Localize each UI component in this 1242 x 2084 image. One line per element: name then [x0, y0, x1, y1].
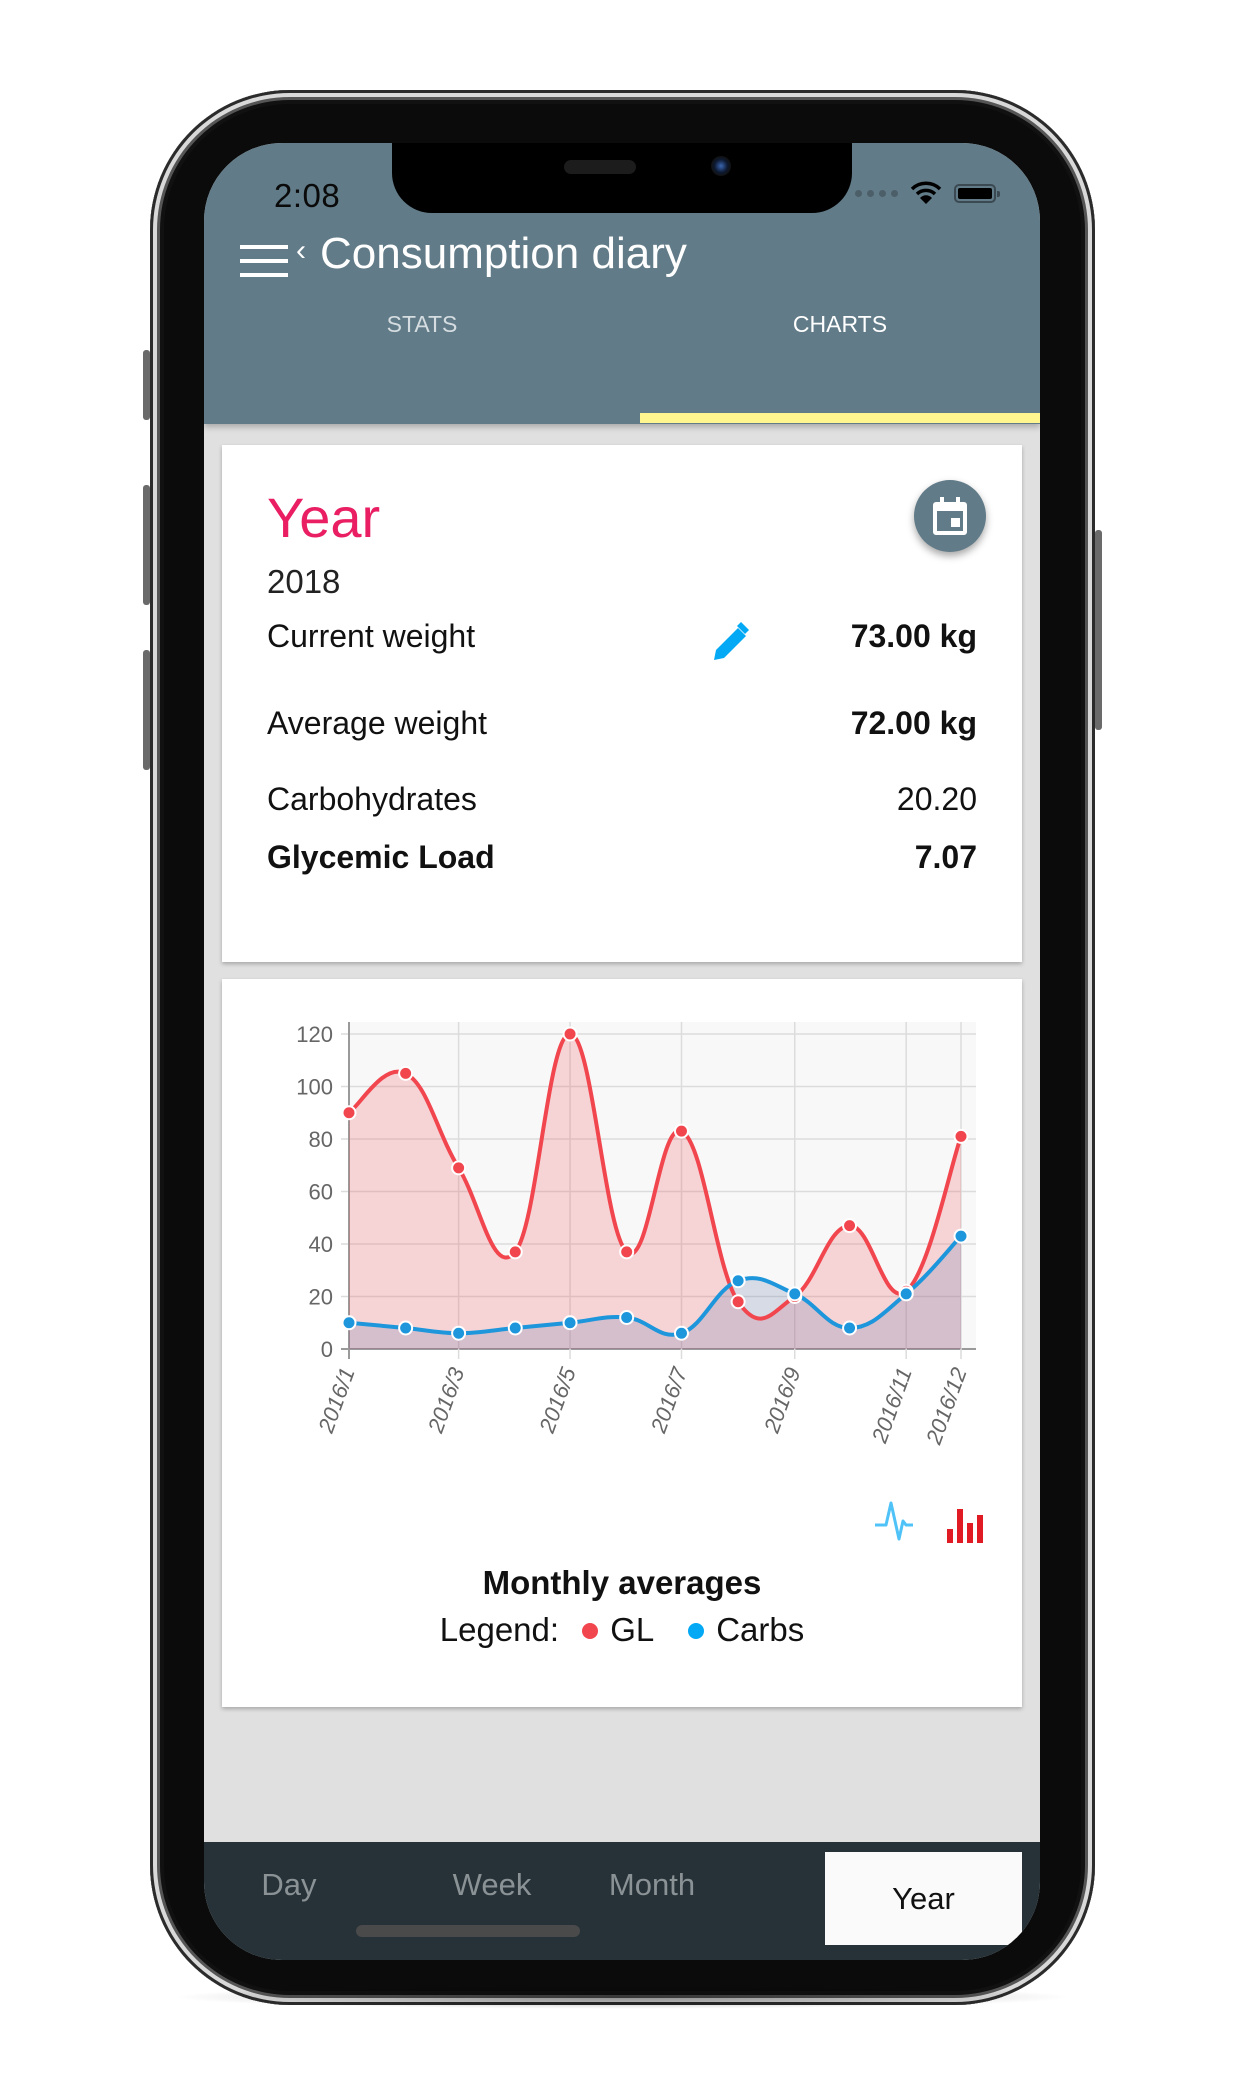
volume-down-button — [143, 650, 150, 770]
point-gl-5 — [562, 1026, 578, 1042]
period-year: 2018 — [267, 563, 341, 600]
back-button[interactable]: ‹ Consumption diary — [296, 229, 687, 279]
front-camera — [711, 156, 731, 176]
stat-row-carbohydrates: Carbohydrates 20.20 — [267, 781, 977, 831]
legend-dot-gl — [582, 1622, 599, 1639]
chevron-left-icon: ‹ — [296, 234, 306, 267]
battery-icon — [954, 183, 1000, 203]
point-carbs-6 — [619, 1310, 635, 1325]
power-button — [1095, 530, 1102, 730]
point-carbs-12 — [953, 1228, 969, 1244]
nav-month[interactable]: Month — [512, 1842, 792, 1932]
chart-card: 0 20 40 60 80 100 120 2016/1 2016/3 2016/5 2016/7… — [222, 979, 1022, 1707]
stat-row-current-weight: Current weight 73.00 kg — [267, 618, 977, 668]
stat-value: 73.00 kg — [850, 618, 977, 654]
phone-shadow — [170, 1985, 1075, 2009]
stat-row-glycemic-load: Glycemic Load 7.07 — [267, 839, 977, 889]
y-axis: 0 20 40 60 80 100 120 — [296, 1022, 333, 1362]
y-tick-label: 80 — [309, 1127, 333, 1152]
bottom-period-nav: Day Week Month Year — [204, 1842, 1040, 1960]
calendar-button[interactable] — [914, 480, 986, 552]
legend-prefix: Legend: — [439, 1611, 560, 1648]
point-gl-6 — [619, 1244, 635, 1260]
stat-row-average-weight: Average weight 72.00 kg — [267, 705, 977, 755]
y-tick-label: 20 — [309, 1285, 333, 1310]
hamburger-menu-icon[interactable] — [240, 245, 288, 279]
point-carbs-1 — [341, 1315, 357, 1331]
point-carbs-11 — [898, 1286, 914, 1302]
x-tick-label: 2016/5 — [534, 1363, 581, 1436]
point-carbs-9 — [787, 1286, 803, 1302]
legend-label-gl: GL — [610, 1611, 654, 1648]
point-gl-12 — [953, 1128, 969, 1144]
y-tick-label: 100 — [296, 1075, 333, 1100]
wifi-icon — [910, 181, 942, 204]
legend-dot-carbs — [688, 1622, 705, 1639]
stat-value: 72.00 kg — [850, 705, 977, 741]
x-tick-label: 2016/7 — [645, 1363, 692, 1436]
tab-stats[interactable]: STATS — [204, 311, 640, 338]
tab-charts[interactable]: CHARTS — [640, 311, 1040, 338]
stat-label: Average weight — [267, 705, 487, 741]
stat-value: 7.07 — [914, 839, 977, 875]
period-title: Year — [267, 486, 381, 549]
point-gl-4 — [507, 1244, 523, 1260]
y-tick-label: 40 — [309, 1232, 333, 1257]
nav-year[interactable]: Year — [825, 1852, 1022, 1945]
chart-caption: Monthly averages — [482, 1564, 762, 1601]
stat-label: Glycemic Load — [267, 839, 495, 875]
notch — [392, 143, 852, 213]
home-indicator[interactable] — [356, 1925, 580, 1937]
x-axis: 2016/1 2016/3 2016/5 2016/7 2016/9 2016/11 201… — [313, 1363, 972, 1448]
point-carbs-3 — [451, 1325, 467, 1341]
point-gl-10 — [842, 1218, 858, 1234]
point-carbs-8 — [730, 1273, 746, 1289]
point-gl-3 — [451, 1160, 467, 1176]
stat-value: 20.20 — [896, 781, 977, 817]
y-tick-label: 0 — [321, 1337, 333, 1362]
chart-legend: Legend: GL Carbs — [222, 1611, 1022, 1649]
point-carbs-5 — [562, 1315, 578, 1331]
point-carbs-10 — [842, 1320, 858, 1336]
page-title: Consumption diary — [320, 229, 687, 278]
stat-label: Carbohydrates — [267, 781, 477, 817]
silent-switch — [143, 350, 150, 420]
calendar-icon — [933, 497, 967, 535]
x-tick-label: 2016/11 — [866, 1364, 916, 1447]
point-gl-1 — [341, 1105, 357, 1121]
point-gl-7 — [673, 1123, 689, 1139]
point-gl-2 — [398, 1065, 414, 1081]
chart-type-switcher — [874, 1499, 986, 1543]
y-tick-label: 120 — [296, 1022, 333, 1047]
pencil-icon[interactable] — [710, 620, 750, 660]
point-gl-8 — [730, 1294, 746, 1310]
signal-dots-icon — [855, 189, 898, 197]
nav-day[interactable]: Day — [204, 1842, 374, 1932]
point-carbs-7 — [673, 1325, 689, 1341]
speaker — [564, 160, 636, 174]
screen: 2:08 ‹ Consumption diary STATS CHARTS Ye… — [204, 143, 1040, 1960]
status-icons — [855, 181, 1000, 205]
point-carbs-2 — [398, 1320, 414, 1336]
y-tick-label: 60 — [309, 1180, 333, 1205]
tab-active-indicator — [640, 413, 1040, 423]
status-time: 2:08 — [274, 177, 341, 214]
x-tick-label: 2016/9 — [759, 1364, 806, 1437]
bar-chart-icon[interactable] — [946, 1503, 986, 1543]
legend-label-carbs: Carbs — [716, 1611, 805, 1648]
x-tick-label: 2016/1 — [313, 1364, 360, 1437]
point-carbs-4 — [507, 1320, 523, 1336]
summary-card: Year 2018 Current weight 73.00 kg Averag… — [222, 445, 1022, 962]
line-chart: 0 20 40 60 80 100 120 2016/1 2016/3 2016/5 2016/7… — [296, 1022, 976, 1448]
line-chart-icon[interactable] — [874, 1499, 914, 1543]
x-tick-label: 2016/12 — [921, 1364, 972, 1448]
volume-up-button — [143, 485, 150, 605]
stat-label: Current weight — [267, 618, 476, 654]
x-tick-label: 2016/3 — [422, 1363, 469, 1436]
